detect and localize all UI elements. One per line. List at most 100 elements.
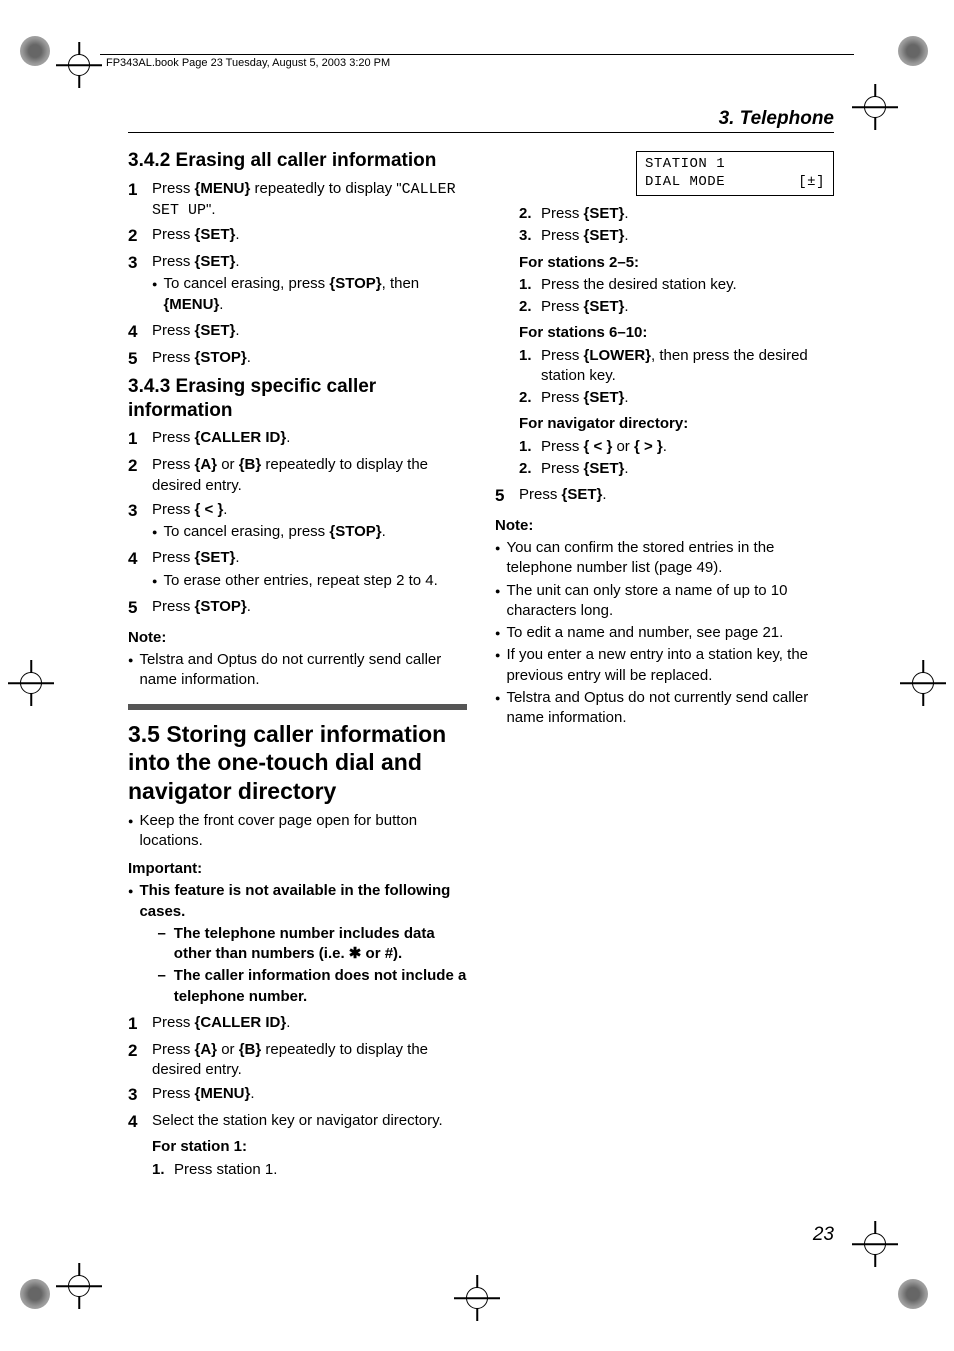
key-plus: {A} (195, 456, 218, 473)
note-head-343: Note: (128, 628, 467, 648)
print-mark-sphere-tr (898, 36, 934, 72)
key-lower: {LOWER} (584, 347, 652, 364)
step-342-3: 3 Press {SET}. To cancel erasing, press … (128, 252, 467, 317)
header-rule (100, 54, 854, 55)
print-mark-cross-bc (454, 1275, 500, 1321)
print-mark-sphere-bl (20, 1279, 56, 1315)
important-dash-1: The telephone number includes data other… (157, 924, 467, 965)
key-stop: {STOP} (195, 598, 247, 615)
print-mark-cross-ml (8, 660, 54, 706)
intro-35: Keep the front cover page open for butto… (128, 811, 467, 852)
key-set: {SET} (562, 486, 603, 503)
header-text: FP343AL.book Page 23 Tuesday, August 5, … (106, 57, 390, 69)
print-mark-cross-tl (56, 42, 102, 88)
s1-step-3: 3. Press {SET}. (519, 226, 834, 246)
key-set: {SET} (195, 549, 236, 566)
lcd-line-2: DIAL MODE [±] (645, 174, 825, 192)
print-mark-sphere-br (898, 1279, 934, 1315)
for-station-1: For station 1: (152, 1137, 467, 1157)
step-342-4: 4 Press {SET}. (128, 321, 467, 344)
heading-342: 3.4.2 Erasing all caller information (128, 149, 467, 173)
important-head: Important: (128, 859, 467, 879)
chapter-title: 3. Telephone (719, 108, 834, 130)
print-mark-sphere-tl (20, 36, 56, 72)
key-caller-id: {CALLER ID} (195, 1014, 287, 1031)
note-head-35: Note: (495, 516, 834, 536)
section-divider (128, 704, 467, 710)
note-35-2: The unit can only store a name of up to … (495, 581, 834, 622)
steps-343: 1 Press {CALLER ID}. 2 Press {A} or {B} … (128, 428, 467, 619)
steps-342: 1 Press {MENU} repeatedly to display "CA… (128, 179, 467, 371)
s610-step-2: 2.Press {SET}. (519, 388, 834, 408)
important-dash-2: The caller information does not include … (157, 966, 467, 1007)
key-minus: {B} (239, 456, 262, 473)
note-35-3: To edit a name and number, see page 21. (495, 623, 834, 643)
key-set: {SET} (584, 227, 625, 244)
key-left: { < } (195, 501, 224, 518)
for-navigator-directory: For navigator directory: (519, 414, 834, 434)
step-342-3-sub: To cancel erasing, press {STOP}, then {M… (152, 274, 467, 315)
print-mark-cross-br (852, 1221, 898, 1267)
heading-343: 3.4.3 Erasing specific caller informatio… (128, 375, 467, 423)
step-343-5: 5 Press {STOP}. (128, 597, 467, 620)
s25-step-1: 1.Press the desired station key. (519, 275, 834, 295)
note-35-5: Telstra and Optus do not currently send … (495, 688, 834, 729)
key-set: {SET} (584, 205, 625, 222)
key-menu: {MENU} (195, 180, 251, 197)
key-plus: {A} (195, 1041, 218, 1058)
important-list: This feature is not available in the fol… (128, 881, 467, 1009)
nav-step-2: 2.Press {SET}. (519, 459, 834, 479)
step-35-3: 3 Press {MENU}. (128, 1084, 467, 1107)
step-343-4: 4 Press {SET}. To erase other entries, r… (128, 548, 467, 593)
key-stop: {STOP} (329, 275, 381, 292)
step-342-5: 5 Press {STOP}. (128, 348, 467, 371)
for-stations-6-10: For stations 6–10: (519, 323, 834, 343)
print-mark-cross-mr (900, 660, 946, 706)
key-set: {SET} (584, 389, 625, 406)
step-35-2: 2 Press {A} or {B} repeatedly to display… (128, 1040, 467, 1081)
page: FP343AL.book Page 23 Tuesday, August 5, … (0, 0, 954, 1351)
key-set: {SET} (195, 322, 236, 339)
key-right: { > } (634, 438, 663, 455)
s1-step-2: 2. Press {SET}. (519, 204, 834, 224)
note-35-4: If you enter a new entry into a station … (495, 645, 834, 686)
key-stop: {STOP} (329, 523, 381, 540)
note-343-1: Telstra and Optus do not currently send … (128, 650, 467, 691)
key-caller-id: {CALLER ID} (195, 429, 287, 446)
page-number: 23 (813, 1224, 834, 1246)
step-342-1: 1 Press {MENU} repeatedly to display "CA… (128, 179, 467, 222)
step-343-2: 2 Press {A} or {B} repeatedly to display… (128, 455, 467, 496)
content-columns: 3.4.2 Erasing all caller information 1 P… (128, 145, 834, 1201)
for-stations-2-5: For stations 2–5: (519, 253, 834, 273)
intro-35-item: Keep the front cover page open for butto… (128, 811, 467, 852)
key-left: { < } (584, 438, 613, 455)
important-lead: This feature is not available in the fol… (128, 881, 467, 1009)
note-35-1: You can confirm the stored entries in th… (495, 538, 834, 579)
step-343-3-sub: To cancel erasing, press {STOP}. (152, 522, 467, 542)
lcd-display: STATION 1 DIAL MODE [±] (636, 151, 834, 196)
key-menu: {MENU} (163, 296, 219, 313)
step-35-5: 5 Press {SET}. (495, 485, 834, 508)
lcd-line-1: STATION 1 (645, 156, 825, 174)
notes-343: Telstra and Optus do not currently send … (128, 650, 467, 691)
nav-step-1: 1.Press { < } or { > }. (519, 437, 834, 457)
key-set: {SET} (584, 298, 625, 315)
print-mark-cross-bl (56, 1263, 102, 1309)
heading-35: 3.5 Storing caller information into the … (128, 720, 467, 804)
chapter-rule (128, 132, 834, 133)
step-35-1: 1 Press {CALLER ID}. (128, 1013, 467, 1036)
step-342-2: 2 Press {SET}. (128, 225, 467, 248)
key-set: {SET} (195, 253, 236, 270)
key-set: {SET} (584, 460, 625, 477)
print-mark-cross-tr (852, 84, 898, 130)
key-minus: {B} (239, 1041, 262, 1058)
key-menu: {MENU} (195, 1085, 251, 1102)
s25-step-2: 2.Press {SET}. (519, 297, 834, 317)
key-stop: {STOP} (195, 349, 247, 366)
s610-step-1: 1.Press {LOWER}, then press the desired … (519, 346, 834, 387)
step-343-4-sub: To erase other entries, repeat step 2 to… (152, 571, 467, 591)
step-343-1: 1 Press {CALLER ID}. (128, 428, 467, 451)
key-set: {SET} (195, 226, 236, 243)
step-343-3: 3 Press { < }. To cancel erasing, press … (128, 500, 467, 545)
notes-35: You can confirm the stored entries in th… (495, 538, 834, 728)
